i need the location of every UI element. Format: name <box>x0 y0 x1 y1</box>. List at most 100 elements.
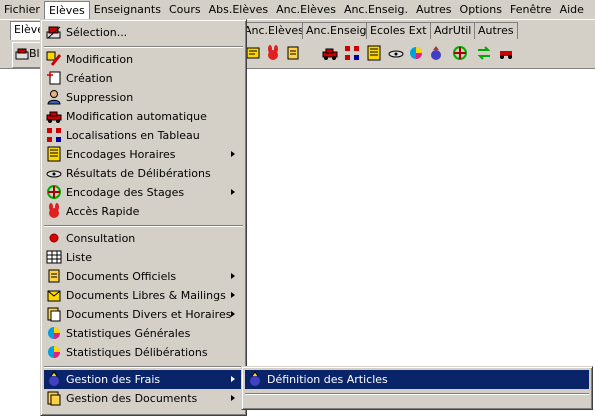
toolbar-document-icon[interactable] <box>285 45 301 61</box>
menu-abs-eleves[interactable]: Abs.Elèves <box>205 1 273 19</box>
menu-item-statistiques-deliberations[interactable]: Statistiques Délibérations <box>44 343 243 362</box>
toolbar-stages-icon[interactable] <box>452 45 468 61</box>
documents-divers-icon <box>47 307 61 322</box>
submenu-arrow-icon <box>231 273 235 279</box>
document-icon <box>48 269 60 283</box>
menu-item-label: Modification automatique <box>66 110 207 123</box>
menu-item-label: Résultats de Délibérations <box>66 167 211 180</box>
menu-item-label: Gestion des Documents <box>66 392 198 405</box>
menu-bar: Fichier Elèves Enseignants Cours Abs.Elè… <box>0 0 595 19</box>
tab-anc-eleves[interactable]: Anc.Elèves <box>240 22 308 39</box>
menu-item-gestion-des-documents[interactable]: Gestion des Documents <box>44 389 243 408</box>
menu-item-label: Accès Rapide <box>66 205 140 218</box>
creation-icon <box>47 71 61 85</box>
toolbar-arrows-icon[interactable] <box>476 45 492 61</box>
menu-item-label: Gestion des Frais <box>66 373 161 386</box>
submenu-arrow-icon <box>231 311 235 317</box>
pie-chart-icon <box>48 346 60 358</box>
menu-item-label: Création <box>66 72 113 85</box>
tab-ecoles-ext[interactable]: Ecoles Ext <box>366 22 431 39</box>
toolbar-car-icon[interactable] <box>322 45 338 61</box>
menu-anc-eleves[interactable]: Anc.Elèves <box>272 1 340 19</box>
schedule-icon <box>47 146 61 162</box>
toolbar-first-label: Bl <box>29 47 40 60</box>
menu-item-encodages-horaires[interactable]: Encodages Horaires <box>44 145 243 164</box>
menu-autres[interactable]: Autres <box>412 1 456 19</box>
menu-item-documents-libres-mailings[interactable]: Documents Libres & Mailings <box>44 286 243 305</box>
menu-item-label: Encodage des Stages <box>66 186 185 199</box>
tab-autres[interactable]: Autres <box>474 22 518 39</box>
menu-fichier[interactable]: Fichier <box>0 1 44 19</box>
eye-icon <box>46 170 62 178</box>
menu-aide[interactable]: Aide <box>556 1 588 19</box>
menu-item-localisations-en-tableau[interactable]: Localisations en Tableau <box>44 126 243 145</box>
submenu-arrow-icon <box>231 376 235 382</box>
menu-item-creation[interactable]: Création <box>44 69 243 88</box>
rabbit-icon <box>49 203 59 218</box>
table-icon <box>46 250 62 264</box>
documents-icon <box>47 391 61 406</box>
tab-anc-enseig[interactable]: Anc.Enseig <box>302 22 371 39</box>
menu-separator <box>245 393 589 395</box>
gestion-des-frais-submenu: Définition des Articles <box>241 366 593 410</box>
menu-item-label: Suppression <box>66 91 134 104</box>
toolbar-money-bag-icon[interactable] <box>428 45 444 61</box>
toolbar-tractor-icon[interactable] <box>498 45 514 61</box>
menu-item-label: Documents Officiels <box>66 270 177 283</box>
menu-item-gestion-des-frais[interactable]: Gestion des Frais <box>44 370 243 389</box>
menu-item-label: Sélection... <box>66 26 128 39</box>
money-bag-icon <box>49 371 59 386</box>
menu-eleves[interactable]: Elèves <box>43 0 90 19</box>
menu-options[interactable]: Options <box>456 1 506 19</box>
menu-item-resultats-de-deliberations[interactable]: Résultats de Délibérations <box>44 164 243 183</box>
menu-item-encodage-des-stages[interactable]: Encodage des Stages <box>44 183 243 202</box>
menu-separator <box>44 366 243 368</box>
car-icon <box>46 111 62 123</box>
menu-item-liste[interactable]: Liste <box>44 248 243 267</box>
menu-item-documents-officiels[interactable]: Documents Officiels <box>44 267 243 286</box>
menu-anc-enseig[interactable]: Anc.Enseig. <box>340 1 412 19</box>
menu-item-label: Documents Libres & Mailings <box>66 289 226 302</box>
money-bag-icon <box>250 371 260 386</box>
menu-item-label: Statistiques Générales <box>66 327 191 340</box>
menu-cours[interactable]: Cours <box>165 1 205 19</box>
grid-icon <box>47 128 61 142</box>
toolbar-schedule-icon[interactable] <box>366 45 382 61</box>
toolbar-tools-icon[interactable] <box>245 45 261 61</box>
suppression-icon <box>47 90 61 105</box>
menu-item-label: Consultation <box>66 232 136 245</box>
menu-item-statistiques-generales[interactable]: Statistiques Générales <box>44 324 243 343</box>
submenu-arrow-icon <box>231 395 235 401</box>
toolbar-eye-icon[interactable] <box>388 45 404 61</box>
menu-separator <box>44 225 243 227</box>
menu-item-label: Définition des Articles <box>267 373 388 386</box>
selection-icon <box>46 26 61 39</box>
submenu-arrow-icon <box>231 292 235 298</box>
mailing-icon <box>47 290 61 302</box>
menu-separator <box>44 46 243 48</box>
toolbar-pie-chart-icon[interactable] <box>408 45 424 61</box>
menu-item-definition-des-articles[interactable]: Définition des Articles <box>245 370 589 389</box>
menu-item-suppression[interactable]: Suppression <box>44 88 243 107</box>
menu-item-documents-divers-et-horaires[interactable]: Documents Divers et Horaires <box>44 305 243 324</box>
menu-item-selection[interactable]: Sélection... <box>44 23 243 42</box>
selection-icon <box>15 48 29 60</box>
submenu-arrow-icon <box>231 151 235 157</box>
menu-fenetre[interactable]: Fenêtre <box>506 1 556 19</box>
menu-enseignants[interactable]: Enseignants <box>90 1 165 19</box>
menu-item-label: Liste <box>66 251 92 264</box>
menu-item-modification-automatique[interactable]: Modification automatique <box>44 107 243 126</box>
stages-icon <box>47 185 61 199</box>
menu-item-acces-rapide[interactable]: Accès Rapide <box>44 202 243 221</box>
red-dot-icon <box>49 233 59 243</box>
submenu-arrow-icon <box>231 189 235 195</box>
toolbar-rabbit-icon[interactable] <box>265 45 281 61</box>
toolbar-grid-icon[interactable] <box>344 45 360 61</box>
eleves-dropdown-menu: Sélection... Modification Création Suppr… <box>40 19 247 416</box>
menu-item-consultation[interactable]: Consultation <box>44 229 243 248</box>
tab-adrutil[interactable]: AdrUtil <box>430 22 476 39</box>
menu-item-label: Localisations en Tableau <box>66 129 200 142</box>
menu-item-label: Statistiques Délibérations <box>66 346 208 359</box>
menu-item-modification[interactable]: Modification <box>44 50 243 69</box>
modification-icon <box>46 51 62 66</box>
